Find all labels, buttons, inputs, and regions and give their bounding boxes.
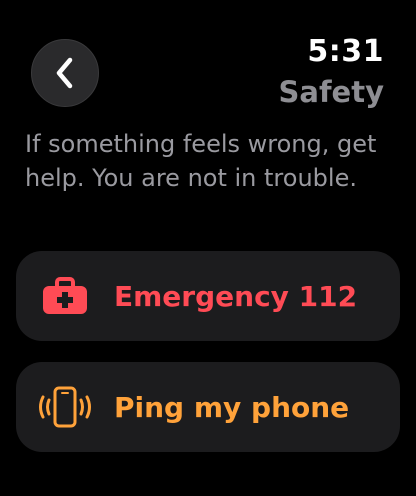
- ping-phone-button[interactable]: Ping my phone: [16, 362, 400, 452]
- back-button[interactable]: [31, 39, 99, 107]
- safety-description: If something feels wrong, get help. You …: [25, 130, 377, 192]
- chevron-left-icon: [53, 55, 77, 91]
- first-aid-kit-icon: [16, 251, 114, 341]
- status-time: 5:31: [307, 34, 384, 69]
- emergency-call-label: Emergency 112: [114, 279, 358, 313]
- ping-phone-icon: [16, 362, 114, 452]
- page-title: Safety: [278, 75, 384, 109]
- emergency-call-button[interactable]: Emergency 112: [16, 251, 400, 341]
- ping-phone-label: Ping my phone: [114, 390, 350, 424]
